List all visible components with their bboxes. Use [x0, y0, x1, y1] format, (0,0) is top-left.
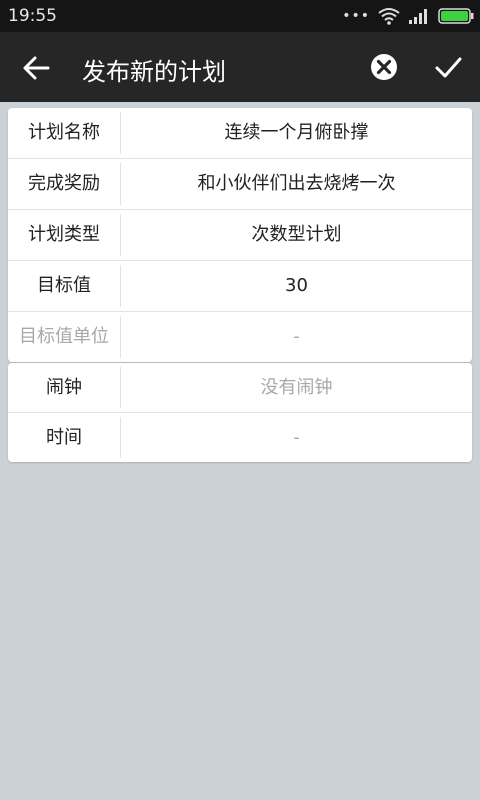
checkmark-icon [435, 57, 462, 78]
reward-value[interactable]: 和小伙伴们出去烧烤一次 [121, 159, 472, 209]
confirm-button[interactable] [428, 47, 468, 87]
plan-type-row[interactable]: 计划类型 次数型计划 [8, 210, 472, 261]
plan-type-value[interactable]: 次数型计划 [121, 210, 472, 260]
reward-row[interactable]: 完成奖励 和小伙伴们出去烧烤一次 [8, 159, 472, 210]
target-unit-value[interactable]: - [121, 312, 472, 362]
page-title: 发布新的计划 [82, 58, 226, 86]
alarm-row[interactable]: 闹钟 没有闹钟 [8, 363, 472, 413]
time-value[interactable]: - [121, 413, 472, 462]
notification-dots-icon: ••• [342, 8, 370, 24]
alarm-value[interactable]: 没有闹钟 [121, 363, 472, 412]
target-value-label: 目标值 [37, 275, 91, 296]
arrow-left-icon [23, 56, 50, 80]
target-value-value[interactable]: 30 [121, 261, 472, 311]
target-unit-row[interactable]: 目标值单位 - [8, 312, 472, 362]
plan-name-row[interactable]: 计划名称 连续一个月俯卧撑 [8, 108, 472, 159]
time-row[interactable]: 时间 - [8, 413, 472, 462]
clear-button[interactable] [364, 47, 404, 87]
app-bar: 发布新的计划 [0, 32, 480, 102]
back-button[interactable] [14, 46, 58, 90]
alarm-label: 闹钟 [46, 377, 82, 398]
status-bar: 19:55 ••• [0, 0, 480, 32]
time-label: 时间 [46, 427, 82, 448]
battery-icon [438, 8, 474, 24]
plan-name-value[interactable]: 连续一个月俯卧撑 [121, 108, 472, 158]
plan-name-label: 计划名称 [28, 122, 100, 143]
close-circle-icon [371, 54, 397, 80]
status-icons: ••• [342, 6, 474, 26]
status-time: 19:55 [8, 6, 57, 26]
wifi-icon [378, 8, 400, 25]
signal-icon [409, 9, 427, 24]
plan-form-card: 计划名称 连续一个月俯卧撑 完成奖励 和小伙伴们出去烧烤一次 计划类型 次数型计… [8, 108, 472, 362]
target-unit-label: 目标值单位 [19, 326, 109, 347]
alarm-card: 闹钟 没有闹钟 时间 - [8, 363, 472, 462]
reward-label: 完成奖励 [28, 173, 100, 194]
target-value-row[interactable]: 目标值 30 [8, 261, 472, 312]
plan-type-label: 计划类型 [28, 224, 100, 245]
